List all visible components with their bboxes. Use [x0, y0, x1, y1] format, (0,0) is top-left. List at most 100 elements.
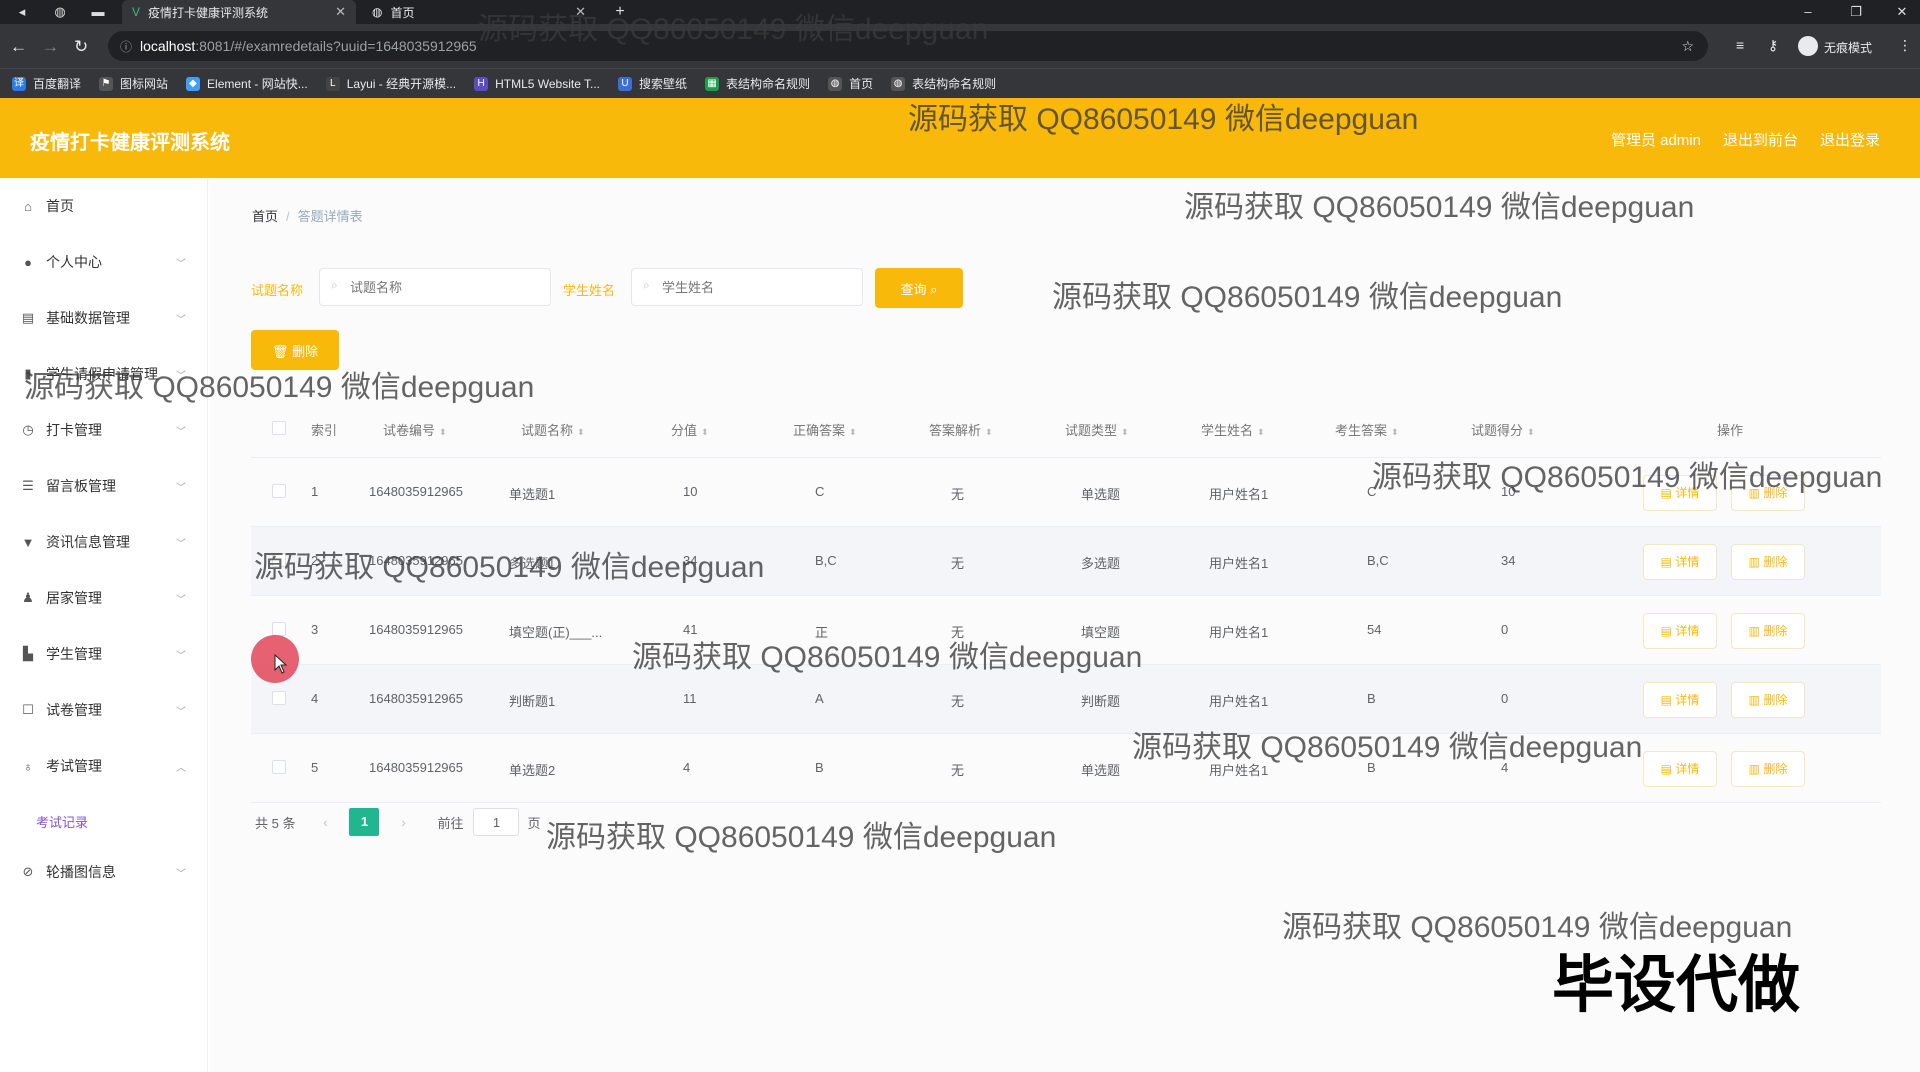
- sidebar-item-message[interactable]: ☰ 留言板管理 ﹀: [0, 468, 208, 504]
- bookmark[interactable]: H HTML5 Website T...: [474, 76, 600, 91]
- row-checkbox[interactable]: [272, 553, 286, 567]
- row-detail-button[interactable]: ▤ 详情: [1643, 682, 1717, 718]
- cell-correct-answer: 正: [815, 625, 829, 640]
- profile-label[interactable]: 无痕模式: [1824, 39, 1872, 56]
- cell-question-type: 多选题: [1081, 556, 1121, 571]
- sidebar-subitem-exam-record[interactable]: 考试记录: [36, 812, 88, 831]
- close-icon[interactable]: ✕: [575, 4, 586, 20]
- col-analysis[interactable]: 答案解析 ⬍: [929, 420, 993, 439]
- logout-link[interactable]: 退出登录: [1820, 129, 1880, 150]
- col-correct-answer[interactable]: 正确答案 ⬍: [793, 420, 857, 439]
- layui-icon: L: [325, 76, 340, 91]
- row-detail-button[interactable]: ▤ 详情: [1643, 475, 1717, 511]
- sort-icon: ⬍: [1527, 427, 1535, 437]
- col-student-answer[interactable]: 考生答案 ⬍: [1335, 420, 1399, 439]
- query-button[interactable]: 查询 ⌕: [875, 268, 963, 308]
- sidebar-item-home[interactable]: ⌂ 首页: [0, 188, 208, 224]
- col-question-name[interactable]: 试题名称 ⬍: [521, 420, 585, 439]
- tab-active[interactable]: V 疫情打卡健康评测系统 ✕: [122, 0, 356, 24]
- chevron-down-icon: ﹀: [176, 650, 186, 662]
- cell-analysis: 无: [951, 556, 965, 571]
- globe-icon[interactable]: ◍: [52, 4, 68, 20]
- bookmark[interactable]: ◍ 首页: [828, 75, 873, 92]
- delete-button-label: 删除: [292, 343, 319, 359]
- student-name-input[interactable]: [631, 268, 863, 306]
- sidebar-item-profile[interactable]: ● 个人中心 ﹀: [0, 244, 208, 280]
- col-score-value[interactable]: 分值 ⬍: [671, 420, 709, 439]
- info-icon[interactable]: ⓘ: [120, 38, 132, 55]
- bookmark[interactable]: 译百度翻译: [12, 75, 81, 92]
- sidebar-item-leave[interactable]: ▮ 学生请假申请管理 ﹀: [0, 356, 208, 392]
- bookmark[interactable]: ⚑ 图标网站: [99, 75, 168, 92]
- prev-page-button[interactable]: ‹: [311, 808, 340, 836]
- goto-page-input[interactable]: [473, 808, 520, 836]
- row-delete-button[interactable]: ▥ 删除: [1731, 682, 1805, 718]
- cell-student-answer: 54: [1367, 622, 1382, 637]
- close-window-icon[interactable]: ✕: [1894, 4, 1910, 20]
- trash-icon: ▥: [1748, 624, 1760, 638]
- row-checkbox[interactable]: [272, 691, 286, 705]
- sidebar-item-checkin[interactable]: ◷ 打卡管理 ﹀: [0, 412, 208, 448]
- reading-list-icon[interactable]: ≡: [1736, 37, 1744, 53]
- bookmark[interactable]: U 搜索壁纸: [618, 75, 687, 92]
- forward-icon[interactable]: →: [42, 37, 59, 57]
- col-paper-id[interactable]: 试卷编号 ⬍: [383, 420, 447, 439]
- key-icon[interactable]: ⚷: [1768, 37, 1778, 54]
- cell-index: 4: [311, 691, 319, 706]
- row-detail-button[interactable]: ▤ 详情: [1643, 613, 1717, 649]
- speaker-icon[interactable]: ◂: [14, 4, 30, 20]
- row-detail-button[interactable]: ▤ 详情: [1643, 751, 1717, 787]
- row-detail-button[interactable]: ▤ 详情: [1643, 544, 1717, 580]
- bookmark[interactable]: ◆ Element - 网站快...: [186, 75, 308, 92]
- cell-student-name: 用户姓名1: [1209, 694, 1269, 709]
- col-question-score[interactable]: 试题得分 ⬍: [1471, 420, 1535, 439]
- minimize-icon[interactable]: –: [1800, 4, 1816, 20]
- cell-question-name: 填空题(正)___...: [509, 625, 603, 640]
- batch-delete-button[interactable]: 🗑 删除: [251, 330, 339, 370]
- more-icon[interactable]: ⋮: [1898, 37, 1912, 54]
- sidebar-item-homecare[interactable]: ♟ 居家管理 ﹀: [0, 580, 208, 616]
- row-checkbox[interactable]: [272, 484, 286, 498]
- question-name-input[interactable]: [319, 268, 551, 306]
- sidebar-item-carousel[interactable]: ⊘ 轮播图信息 ﹀: [0, 854, 208, 890]
- close-icon[interactable]: ✕: [335, 4, 346, 20]
- select-all-checkbox[interactable]: [272, 421, 286, 435]
- bookmark[interactable]: ◍ 表结构命名规则: [891, 75, 996, 92]
- url-field[interactable]: ⓘ localhost:8081/#/examredetails?uuid=16…: [108, 31, 1708, 61]
- detail-label: 详情: [1675, 624, 1700, 638]
- row-checkbox[interactable]: [272, 622, 286, 636]
- restore-icon[interactable]: ❐: [1848, 4, 1864, 20]
- back-icon[interactable]: ←: [10, 37, 27, 57]
- question-name-label: 试题名称: [251, 283, 304, 298]
- col-question-type[interactable]: 试题类型 ⬍: [1065, 420, 1129, 439]
- breadcrumb-home[interactable]: 首页: [252, 209, 278, 224]
- new-tab-icon[interactable]: +: [612, 4, 628, 20]
- row-delete-button[interactable]: ▥ 删除: [1731, 613, 1805, 649]
- row-delete-button[interactable]: ▥ 删除: [1731, 475, 1805, 511]
- sidebar-item-exam[interactable]: ♁ 考试管理 ︿: [0, 748, 208, 784]
- row-delete-button[interactable]: ▥ 删除: [1731, 751, 1805, 787]
- sidebar-item-student[interactable]: ▙ 学生管理 ﹀: [0, 636, 208, 672]
- reload-icon[interactable]: ↻: [74, 37, 88, 57]
- row-delete-button[interactable]: ▥ 删除: [1731, 544, 1805, 580]
- to-front-link[interactable]: 退出到前台: [1723, 129, 1798, 150]
- bookmark[interactable]: L Layui - 经典开源模...: [325, 75, 456, 92]
- row-checkbox[interactable]: [272, 760, 286, 774]
- col-student-name[interactable]: 学生姓名 ⬍: [1201, 420, 1265, 439]
- next-page-button[interactable]: ›: [389, 808, 418, 836]
- url-path: :8081/#/examredetails?uuid=1648035912965: [195, 38, 477, 54]
- cell-question-score: 0: [1501, 622, 1509, 637]
- sidebar-item-news[interactable]: ▼ 资讯信息管理 ﹀: [0, 524, 208, 560]
- col-label: 试题得分: [1471, 423, 1524, 438]
- sidebar-item-label: 留言板管理: [46, 478, 116, 494]
- tab-home[interactable]: ◍ 首页 ✕: [362, 0, 596, 24]
- sidebar-item-label: 首页: [46, 198, 74, 214]
- sidebar-item-basic-data[interactable]: ▤ 基础数据管理 ﹀: [0, 300, 208, 336]
- star-icon[interactable]: ☆: [1681, 38, 1694, 55]
- page-number[interactable]: 1: [349, 808, 380, 836]
- sidebar-item-paper[interactable]: ☐ 试卷管理 ﹀: [0, 692, 208, 728]
- bookmark-label: 表结构命名规则: [912, 77, 997, 91]
- bookmark[interactable]: ▦ 表结构命名规则: [705, 75, 810, 92]
- incognito-avatar[interactable]: [1798, 36, 1818, 56]
- window-icon[interactable]: ▬: [90, 4, 106, 20]
